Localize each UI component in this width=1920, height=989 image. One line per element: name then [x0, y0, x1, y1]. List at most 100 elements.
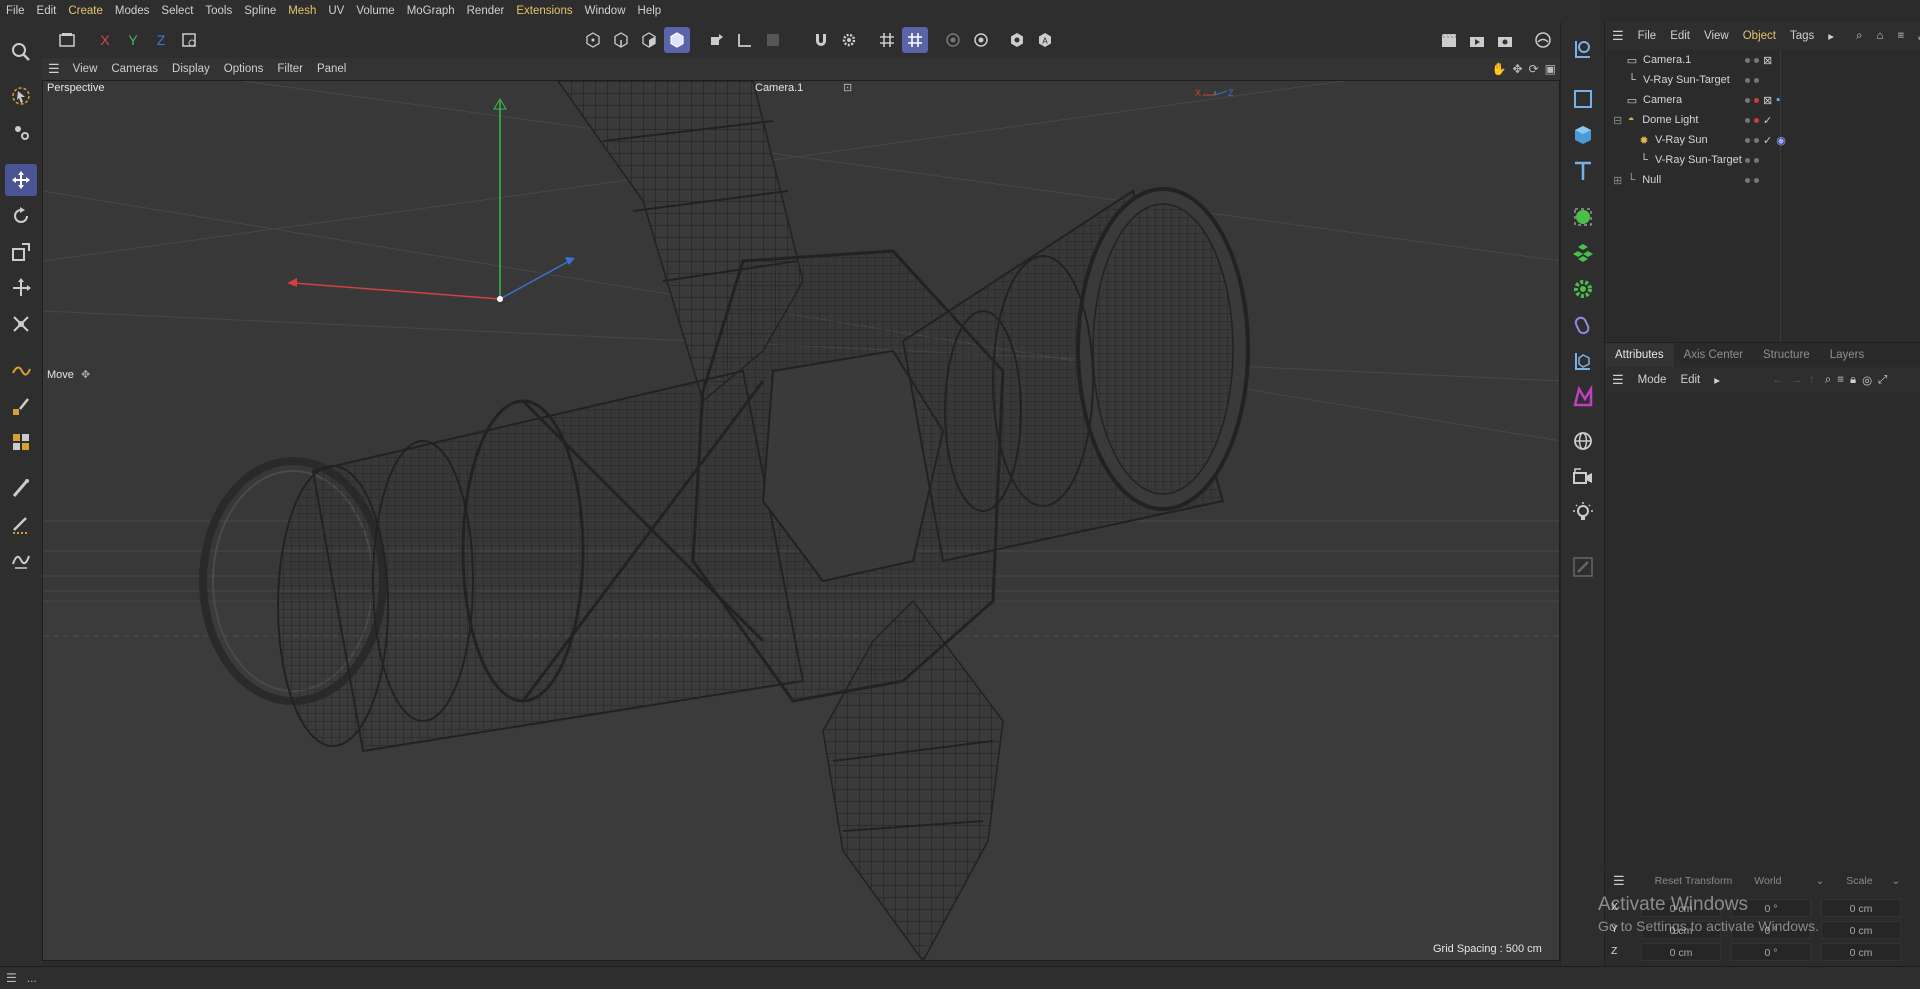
environment-globe-icon[interactable]: [1567, 426, 1599, 456]
transform-tool-icon[interactable]: [5, 272, 37, 304]
om-home-icon[interactable]: ⌂: [1870, 30, 1891, 42]
cube-object-icon[interactable]: [1567, 120, 1599, 150]
om-menu-more-icon[interactable]: ▸: [1821, 29, 1841, 43]
menu-tools[interactable]: Tools: [199, 0, 238, 22]
layout-switcher-icon[interactable]: [1530, 27, 1556, 53]
menu-modes[interactable]: Modes: [109, 0, 156, 22]
pen-disabled-icon[interactable]: [1567, 552, 1599, 582]
menu-extensions[interactable]: Extensions: [510, 0, 578, 22]
undo-view-icon[interactable]: [54, 27, 80, 53]
menu-edit[interactable]: Edit: [31, 0, 63, 22]
viewport-menu-view[interactable]: View: [66, 63, 105, 75]
rotate-tool-icon[interactable]: [5, 200, 37, 232]
workplane-icon[interactable]: [760, 27, 786, 53]
mograph-cloner-icon[interactable]: [5, 426, 37, 458]
om-menu-view[interactable]: View: [1697, 30, 1736, 42]
points-mode-icon[interactable]: [580, 27, 606, 53]
checkmark-icon[interactable]: ✓: [1763, 134, 1772, 147]
target-tag-icon[interactable]: ⊠: [1763, 94, 1772, 107]
attr-menu-edit[interactable]: Edit: [1673, 374, 1707, 386]
3d-viewport[interactable]: Perspective Camera.1 ⊡ Move ✥ Y X Z Grid…: [42, 80, 1560, 961]
attr-lock-icon[interactable]: 🔒︎: [1847, 374, 1859, 387]
viewport-menu-panel[interactable]: Panel: [310, 63, 353, 75]
status-menu-icon[interactable]: ☰: [6, 971, 17, 985]
attr-more-icon[interactable]: ▸: [1707, 373, 1727, 387]
menu-create[interactable]: Create: [62, 0, 109, 22]
scale-x-field[interactable]: 0 cm: [1821, 899, 1901, 917]
attr-filter-icon[interactable]: ≡: [1834, 374, 1847, 386]
field-object-icon[interactable]: [1567, 346, 1599, 376]
sculpt-brush-icon[interactable]: [5, 390, 37, 422]
render-settings-icon[interactable]: [1492, 27, 1518, 53]
attr-hamburger-icon[interactable]: ☰: [1605, 372, 1631, 388]
render-to-picture-viewer-icon[interactable]: [1464, 27, 1490, 53]
object-row-dome-light[interactable]: ⊟ ◓ Dome Light ✓: [1605, 110, 1920, 130]
coordinate-space-dropdown[interactable]: World ⌄: [1746, 872, 1832, 890]
edges-mode-icon[interactable]: [608, 27, 634, 53]
coordinate-system-icon[interactable]: [176, 27, 202, 53]
lock-z-axis-button[interactable]: Z: [148, 27, 174, 53]
camera-object-icon[interactable]: [1567, 462, 1599, 492]
knife-tool-icon[interactable]: [5, 508, 37, 540]
menu-mesh[interactable]: Mesh: [282, 0, 322, 22]
coord-hamburger-icon[interactable]: ☰: [1605, 873, 1633, 889]
viewport-hamburger-icon[interactable]: ☰: [42, 61, 66, 77]
om-menu-edit[interactable]: Edit: [1663, 30, 1697, 42]
menu-spline[interactable]: Spline: [238, 0, 282, 22]
grid-hash-icon[interactable]: [874, 27, 900, 53]
cloner-icon[interactable]: [1567, 238, 1599, 268]
om-hamburger-icon[interactable]: ☰: [1605, 28, 1631, 44]
text-object-icon[interactable]: [1567, 156, 1599, 186]
menu-volume[interactable]: Volume: [350, 0, 400, 22]
plane-object-icon[interactable]: [1567, 84, 1599, 114]
tweak-tool-icon[interactable]: [5, 116, 37, 148]
object-row-camera1[interactable]: ▭ Camera.1 ⊠: [1605, 50, 1920, 70]
menu-mograph[interactable]: MoGraph: [401, 0, 461, 22]
checkmark-icon[interactable]: ✓: [1763, 114, 1772, 127]
om-filter-icon[interactable]: ≡: [1890, 30, 1911, 42]
object-row-camera[interactable]: ▭ Camera ⊠ ▪: [1605, 90, 1920, 110]
symmetry-icon[interactable]: [968, 27, 994, 53]
quantize-icon[interactable]: [902, 27, 928, 53]
deformer-gear-icon[interactable]: [1567, 274, 1599, 304]
menu-file[interactable]: File: [0, 0, 31, 22]
maximize-view-icon[interactable]: ▣: [1545, 62, 1556, 76]
tab-structure[interactable]: Structure: [1753, 343, 1820, 367]
object-row-vray-sun-target-child[interactable]: └ V-Ray Sun-Target: [1605, 150, 1920, 170]
menu-select[interactable]: Select: [155, 0, 199, 22]
placement-tool-icon[interactable]: [5, 308, 37, 340]
reset-transform-button[interactable]: Reset Transform: [1647, 872, 1741, 890]
object-row-null[interactable]: ⊞ └ Null: [1605, 170, 1920, 190]
dolly-arrows-icon[interactable]: ✥: [1513, 62, 1523, 76]
om-search-icon[interactable]: ⌕: [1849, 30, 1869, 43]
attr-target-icon[interactable]: ◎: [1859, 373, 1875, 387]
spline-mask-icon[interactable]: [1567, 382, 1599, 412]
polygons-mode-icon[interactable]: [636, 27, 662, 53]
menu-help[interactable]: Help: [632, 0, 668, 22]
search-icon[interactable]: [5, 36, 37, 68]
object-row-vray-sun-target[interactable]: └ V-Ray Sun-Target: [1605, 70, 1920, 90]
orbit-icon[interactable]: ⟳: [1529, 62, 1539, 76]
scale-y-field[interactable]: 0 cm: [1821, 921, 1901, 939]
bend-deformer-icon[interactable]: [1567, 310, 1599, 340]
target-tag-icon[interactable]: ⊠: [1763, 54, 1772, 67]
camera-link-icon[interactable]: ⊡: [843, 81, 852, 94]
snap-settings-icon[interactable]: [836, 27, 862, 53]
object-row-vray-sun[interactable]: ✹ V-Ray Sun ✓ ◉: [1605, 130, 1920, 150]
forward-arrow-icon[interactable]: →: [1791, 374, 1803, 386]
null-object-icon[interactable]: [1567, 34, 1599, 64]
coordinate-mode-dropdown[interactable]: Scale ⌄: [1838, 872, 1908, 890]
scale-z-field[interactable]: 0 cm: [1821, 943, 1901, 961]
lock-y-axis-button[interactable]: Y: [120, 27, 146, 53]
pan-hand-icon[interactable]: ✋: [1492, 62, 1507, 76]
rotation-z-field[interactable]: 0 °: [1731, 943, 1811, 961]
viewport-menu-filter[interactable]: Filter: [270, 63, 310, 75]
menu-uv[interactable]: UV: [322, 0, 350, 22]
lock-x-axis-button[interactable]: X: [92, 27, 118, 53]
scale-tool-icon[interactable]: [5, 236, 37, 268]
paint-brush-icon[interactable]: [5, 472, 37, 504]
camera-tag-icon[interactable]: ▪: [1776, 94, 1780, 106]
viewport-menu-display[interactable]: Display: [165, 63, 217, 75]
spline-pen-icon[interactable]: [5, 354, 37, 386]
attr-search-icon[interactable]: ⌕: [1822, 374, 1834, 387]
